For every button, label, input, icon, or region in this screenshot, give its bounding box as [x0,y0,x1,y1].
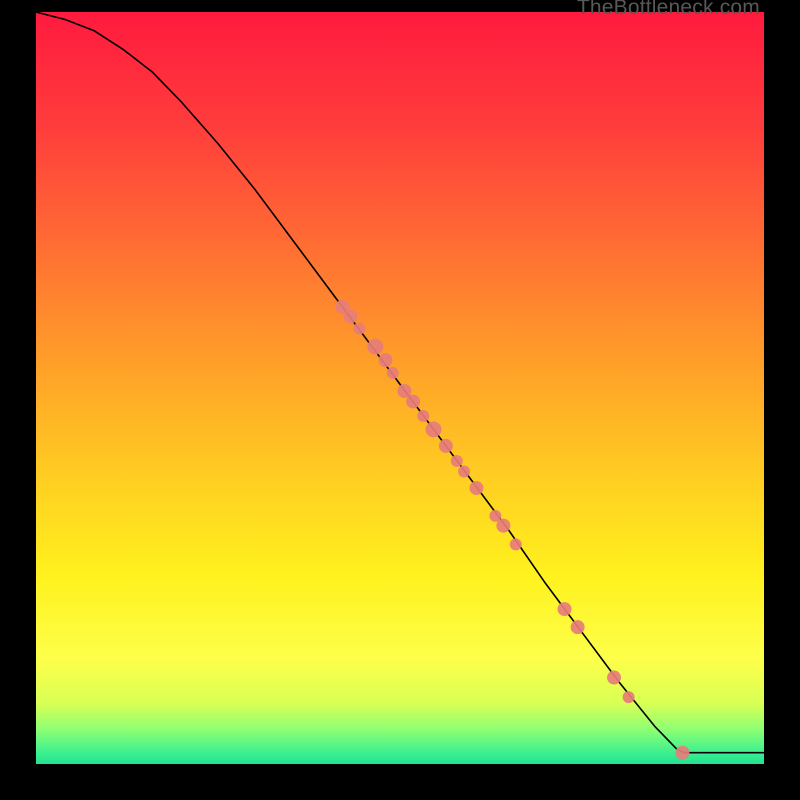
data-point [344,310,358,324]
data-point [558,602,572,616]
data-point [425,421,441,437]
data-point [387,367,399,379]
chart-container: TheBottleneck.com [0,0,800,800]
data-point [367,339,383,355]
data-point [451,455,463,467]
data-point [675,746,689,760]
data-point [469,481,483,495]
data-point [378,353,392,367]
data-point [458,465,470,477]
data-point [510,538,522,550]
data-point [417,410,429,422]
data-point [571,620,585,634]
data-point [406,395,420,409]
plot-area: TheBottleneck.com [36,12,764,764]
chart-svg [36,12,764,764]
data-point [496,519,510,533]
data-point [353,323,365,335]
data-point [439,439,453,453]
data-point [623,691,635,703]
watermark-label: TheBottleneck.com [577,0,760,20]
data-point [607,671,621,685]
